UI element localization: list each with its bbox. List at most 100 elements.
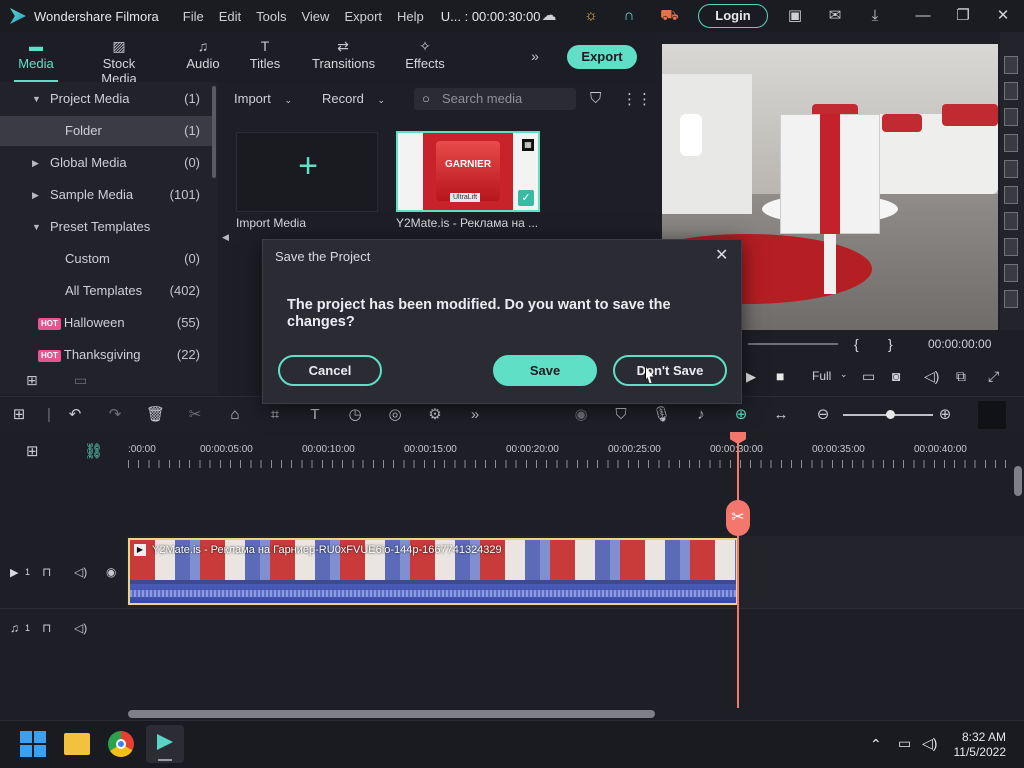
- download-icon[interactable]: ⤓: [866, 7, 884, 25]
- record-dropdown[interactable]: Record ⌄: [322, 88, 402, 110]
- cloud-icon[interactable]: ☁: [540, 7, 558, 25]
- render-icon[interactable]: ◉: [572, 406, 590, 424]
- tab-media[interactable]: ▬ Media: [14, 36, 58, 82]
- sidebar-item-all-templates[interactable]: All Templates (402): [0, 276, 214, 306]
- lightbulb-icon[interactable]: ☼: [582, 7, 600, 25]
- microphone-icon[interactable]: 🎙: [652, 406, 671, 424]
- crop-icon[interactable]: ⌗: [266, 406, 284, 424]
- filter-icon[interactable]: ⛉: [590, 90, 601, 107]
- menu-help[interactable]: Help: [397, 9, 424, 24]
- tab-audio[interactable]: ♫ Audio: [184, 36, 222, 80]
- display-icon[interactable]: ▭: [862, 368, 875, 385]
- tab-titles[interactable]: T Titles: [248, 36, 282, 80]
- close-icon[interactable]: ✕: [994, 7, 1012, 25]
- pip-icon[interactable]: ⧉: [956, 368, 966, 385]
- mute-icon[interactable]: ◁): [74, 565, 87, 579]
- mail-icon[interactable]: ✉: [826, 7, 844, 25]
- layout-icon[interactable]: ⊞: [10, 406, 28, 424]
- timeline-ruler[interactable]: ⊞ ⛓ :00:00 00:00:05:00 00:00:10:00 00:00…: [0, 432, 1024, 468]
- import-media-tile[interactable]: +: [236, 132, 378, 212]
- playhead[interactable]: [737, 436, 739, 708]
- timeline-vertical-scrollbar[interactable]: [1014, 466, 1022, 496]
- save-icon[interactable]: ▣: [786, 7, 804, 25]
- sidebar-item-custom[interactable]: Custom (0): [0, 244, 214, 274]
- lock-icon[interactable]: ⊓: [42, 621, 51, 635]
- sidebar-scrollbar[interactable]: [212, 86, 216, 178]
- delete-icon[interactable]: 🗑: [146, 406, 165, 424]
- folder-icon[interactable]: ▭: [74, 372, 87, 389]
- zoom-in-icon[interactable]: ⊕: [936, 406, 954, 424]
- mute-icon[interactable]: ◁): [74, 621, 87, 635]
- search-input[interactable]: ○ Search media: [414, 88, 576, 110]
- undo-icon[interactable]: ↶: [66, 406, 84, 424]
- windows-start-icon[interactable]: [20, 731, 48, 759]
- zoom-slider-knob[interactable]: [886, 410, 895, 419]
- more-tools-icon[interactable]: »: [466, 406, 484, 424]
- chevron-up-icon[interactable]: ⌃: [870, 736, 882, 753]
- minimize-icon[interactable]: —: [914, 7, 932, 25]
- text-icon[interactable]: T: [306, 406, 324, 424]
- sidebar-item-sample-media[interactable]: ▶ Sample Media (101): [0, 180, 214, 210]
- fullscreen-icon[interactable]: ⤢: [988, 368, 999, 385]
- save-button[interactable]: Save: [493, 355, 597, 386]
- new-folder-icon[interactable]: ⊞: [26, 372, 38, 389]
- stabilize-icon[interactable]: ⚙: [426, 406, 444, 424]
- speaker-icon[interactable]: ◁): [922, 735, 937, 752]
- menu-edit[interactable]: Edit: [219, 9, 241, 24]
- collapse-panel-icon[interactable]: ◀: [222, 232, 229, 243]
- sidebar-item-halloween[interactable]: HOT Halloween (55): [0, 308, 214, 338]
- marker-icon[interactable]: ⛉: [612, 406, 630, 424]
- import-dropdown[interactable]: Import ⌄: [234, 88, 312, 110]
- cut-icon[interactable]: ✂: [186, 406, 204, 424]
- redo-icon[interactable]: ↷: [106, 406, 124, 424]
- fit-icon[interactable]: ↔: [772, 406, 790, 424]
- chrome-icon[interactable]: [108, 731, 134, 757]
- scissors-icon[interactable]: ✂: [726, 500, 750, 536]
- sidebar-item-project-media[interactable]: ▼ Project Media (1): [0, 84, 214, 114]
- sidebar-item-preset-templates[interactable]: ▼ Preset Templates: [0, 212, 214, 242]
- menu-export[interactable]: Export: [344, 9, 382, 24]
- track-view-icon[interactable]: [978, 401, 1006, 429]
- tab-transitions[interactable]: ⇄ Transitions: [312, 36, 375, 80]
- sidebar-item-global-media[interactable]: ▶ Global Media (0): [0, 148, 214, 178]
- export-button[interactable]: Export: [567, 45, 637, 69]
- quality-select[interactable]: Full: [812, 369, 831, 383]
- tab-stock-media[interactable]: ▨ Stock Media: [84, 36, 154, 86]
- stop-icon[interactable]: ■: [776, 368, 784, 384]
- menu-view[interactable]: View: [301, 9, 329, 24]
- sidebar-item-thanksgiving[interactable]: HOT Thanksgiving (22): [0, 340, 214, 370]
- preview-scrollbar[interactable]: [1000, 32, 1024, 330]
- restore-icon[interactable]: ❐: [954, 7, 972, 25]
- audio-mix-icon[interactable]: ♪: [692, 406, 710, 424]
- file-explorer-icon[interactable]: [64, 733, 90, 755]
- snap-icon[interactable]: ⊕: [732, 406, 750, 424]
- link-icon[interactable]: ⛓: [84, 442, 103, 460]
- eye-icon[interactable]: ◉: [106, 565, 116, 579]
- cart-icon[interactable]: ⛟: [660, 7, 679, 25]
- lock-icon[interactable]: ⊓: [42, 565, 51, 579]
- cancel-button[interactable]: Cancel: [278, 355, 382, 386]
- filmora-taskbar-icon[interactable]: [146, 725, 184, 763]
- network-icon[interactable]: ▭: [898, 735, 911, 752]
- video-clip[interactable]: ▶ Y2Mate.is - Реклама на Гарниер-RU0xFVU…: [128, 538, 738, 605]
- mark-in-button[interactable]: {: [854, 336, 859, 352]
- mark-out-button[interactable]: }: [888, 336, 893, 352]
- login-button[interactable]: Login: [698, 4, 768, 28]
- preview-progress-bar[interactable]: [748, 343, 838, 345]
- snapshot-icon[interactable]: ◙: [892, 368, 900, 384]
- taskbar-clock[interactable]: 8:32 AM 11/5/2022: [948, 730, 1007, 760]
- menu-tools[interactable]: Tools: [256, 9, 286, 24]
- timeline-horizontal-scrollbar[interactable]: [128, 710, 655, 718]
- play-icon[interactable]: ▶: [746, 369, 756, 385]
- headset-icon[interactable]: ∩: [620, 7, 638, 25]
- zoom-out-icon[interactable]: ⊖: [814, 406, 832, 424]
- dont-save-button[interactable]: Don't Save: [613, 355, 727, 386]
- close-icon[interactable]: ✕: [715, 248, 728, 264]
- color-icon[interactable]: ◎: [386, 406, 404, 424]
- media-clip-thumbnail[interactable]: GARNIER UltraLift ▦ ✓: [396, 131, 540, 212]
- menu-file[interactable]: File: [183, 9, 204, 24]
- speed-icon[interactable]: ◷: [346, 406, 364, 424]
- tab-effects[interactable]: ✧ Effects: [404, 36, 446, 80]
- grid-view-icon[interactable]: ⋮⋮: [622, 90, 652, 108]
- sidebar-item-folder[interactable]: Folder (1): [0, 116, 214, 146]
